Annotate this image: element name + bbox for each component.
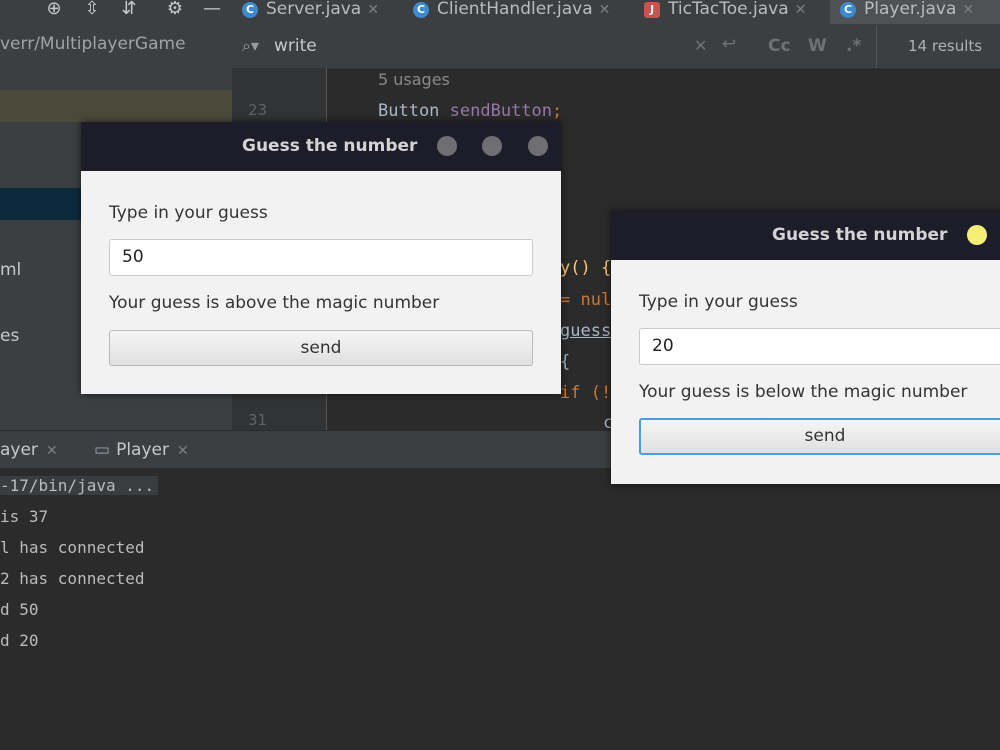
- collapse-all-icon[interactable]: ⇵: [117, 0, 141, 20]
- minimize-button[interactable]: [967, 225, 987, 245]
- window-icon: ▭: [94, 440, 111, 460]
- class-icon: J: [644, 2, 660, 18]
- tab-tictactoe-java[interactable]: J TicTacToe.java ✕: [644, 0, 806, 24]
- guess-dialog-1: Guess the number Type in your guess 50 Y…: [81, 122, 561, 394]
- code-fragment: y() {: [560, 258, 612, 278]
- project-path: verr/MultiplayerGame: [0, 34, 186, 54]
- guess-feedback: Your guess is below the magic number: [639, 382, 968, 402]
- run-tab[interactable]: ayer ✕: [0, 440, 58, 460]
- run-tab-player[interactable]: ▭ Player ✕: [94, 440, 189, 460]
- newline-icon[interactable]: ↩: [722, 34, 736, 54]
- line-number: 23: [248, 101, 268, 119]
- close-icon[interactable]: ✕: [177, 443, 189, 459]
- class-icon: C: [840, 2, 856, 18]
- class-icon: C: [413, 2, 429, 18]
- crosshair-icon[interactable]: ⊕: [42, 0, 66, 20]
- minimize-button[interactable]: [437, 136, 457, 156]
- match-case-toggle[interactable]: Cc: [768, 36, 791, 56]
- console-line: -17/bin/java ...: [0, 476, 159, 495]
- project-item[interactable]: es: [0, 326, 19, 346]
- code-fragment: {: [560, 352, 571, 372]
- dialog-title-bar[interactable]: Guess the number: [611, 211, 1000, 260]
- search-icon[interactable]: ⌕▾: [242, 36, 259, 56]
- code-fragment: if (!: [560, 383, 612, 403]
- search-results-count: 14 results: [908, 37, 983, 55]
- guess-prompt: Type in your guess: [109, 203, 268, 223]
- code-line-23: Button sendButton;: [378, 101, 563, 121]
- close-icon[interactable]: ✕: [962, 2, 974, 18]
- console-line: l has connected: [0, 538, 145, 557]
- line-number: 31: [248, 411, 268, 429]
- tab-clienthandler-java[interactable]: C ClientHandler.java ✕: [413, 0, 610, 24]
- code-fragment: guess: [560, 321, 612, 341]
- search-input[interactable]: write: [274, 36, 317, 56]
- dialog-title: Guess the number: [242, 136, 418, 156]
- project-item[interactable]: ml: [0, 260, 21, 280]
- console-line: is 37: [0, 507, 49, 526]
- code-fragment: = nul: [560, 290, 612, 310]
- usages-hint[interactable]: 5 usages: [378, 70, 450, 89]
- send-button[interactable]: send: [639, 418, 1000, 455]
- close-icon[interactable]: ✕: [599, 2, 611, 18]
- expand-all-icon[interactable]: ⇳: [80, 0, 104, 20]
- guess-feedback: Your guess is above the magic number: [109, 293, 440, 313]
- guess-input[interactable]: 20: [639, 328, 1000, 365]
- maximize-button[interactable]: [482, 136, 502, 156]
- close-icon[interactable]: ✕: [367, 2, 379, 18]
- console-output[interactable]: -17/bin/java ... is 37 l has connected 2…: [0, 468, 1000, 750]
- clear-icon[interactable]: ✕: [694, 36, 707, 55]
- minimize-panel-icon[interactable]: —: [200, 0, 224, 20]
- divider: [876, 26, 877, 68]
- close-icon[interactable]: ✕: [795, 2, 807, 18]
- find-bar: ⌕▾ write ✕ ↩ Cc W .* 14 results: [232, 26, 1000, 69]
- gear-icon[interactable]: ⚙: [163, 0, 187, 20]
- guess-prompt: Type in your guess: [639, 292, 798, 312]
- close-button[interactable]: [528, 136, 548, 156]
- ide-toolbar: ⊕ ⇳ ⇵ ⚙ — C Server.java ✕ C ClientHandler.j…: [0, 0, 1000, 27]
- tab-server-java[interactable]: C Server.java ✕: [242, 0, 379, 24]
- dialog-title-bar[interactable]: Guess the number: [81, 122, 561, 171]
- console-line: 2 has connected: [0, 569, 145, 588]
- highlighted-row: [0, 90, 232, 122]
- tab-player-java[interactable]: C Player.java ✕: [830, 0, 1000, 24]
- whole-words-toggle[interactable]: W: [808, 36, 827, 56]
- guess-input[interactable]: 50: [109, 239, 533, 276]
- send-button[interactable]: send: [109, 330, 533, 366]
- dialog-title: Guess the number: [772, 225, 948, 245]
- guess-dialog-2: Guess the number Type in your guess 20 Y…: [611, 211, 1000, 484]
- class-icon: C: [242, 2, 258, 18]
- regex-toggle[interactable]: .*: [846, 36, 861, 56]
- close-icon[interactable]: ✕: [46, 443, 58, 459]
- console-line: d 50: [0, 600, 39, 619]
- console-line: d 20: [0, 631, 39, 650]
